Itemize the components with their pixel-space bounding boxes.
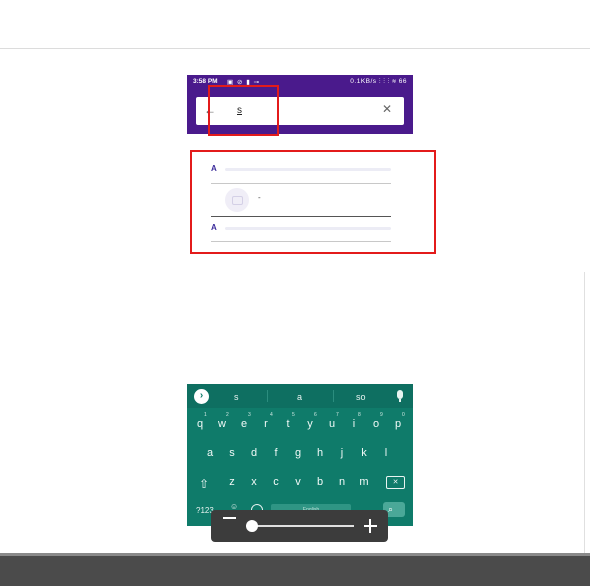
divider [211, 241, 391, 242]
key-s[interactable]: s [224, 447, 240, 459]
divider [333, 390, 334, 402]
key-l[interactable]: l [378, 447, 394, 459]
section-placeholder-bar [225, 168, 391, 171]
key-f[interactable]: f [268, 447, 284, 459]
key-w[interactable]: w [214, 418, 230, 430]
key-hint: 7 [336, 412, 339, 418]
key-y[interactable]: y [302, 418, 318, 430]
right-divider [584, 272, 585, 556]
backspace-icon[interactable]: ✕ [386, 476, 405, 489]
key-hint: 9 [380, 412, 383, 418]
key-t[interactable]: t [280, 418, 296, 430]
key-hint: 6 [314, 412, 317, 418]
microphone-stand [399, 399, 401, 402]
zoom-slider-track[interactable] [247, 525, 354, 527]
microphone-icon[interactable] [397, 390, 403, 399]
key-m[interactable]: m [356, 476, 372, 488]
clear-icon[interactable]: ✕ [382, 103, 392, 115]
key-b[interactable]: b [312, 476, 328, 488]
key-hint: 0 [402, 412, 405, 418]
key-q[interactable]: q [192, 418, 208, 430]
suggestion[interactable]: a [297, 392, 302, 402]
key-hint: 8 [358, 412, 361, 418]
camera-icon [232, 196, 243, 205]
zoom-in-button-vertical [369, 519, 371, 533]
suggestion[interactable]: so [356, 392, 366, 402]
shift-icon[interactable]: ⇧ [199, 477, 209, 491]
search-icon: ⌕ [388, 504, 394, 514]
key-hint: 3 [248, 412, 251, 418]
key-u[interactable]: u [324, 418, 340, 430]
top-divider [0, 48, 590, 49]
divider [267, 390, 268, 402]
avatar [225, 188, 249, 212]
taskbar [0, 556, 590, 586]
key-hint: 2 [226, 412, 229, 418]
key-c[interactable]: c [268, 476, 284, 488]
soft-keyboard: › s a so q w e r t y u i o p 1 2 3 4 5 6… [187, 384, 413, 526]
key-j[interactable]: j [334, 447, 350, 459]
status-network-info: 0.1KB/s ⫶ ⫶ ⫶ ≋ 66 [350, 78, 407, 85]
suggestion-bar: › s a so [187, 384, 413, 408]
key-x[interactable]: x [246, 476, 262, 488]
section-header-a: A [211, 223, 217, 232]
search-results-panel: A - A [190, 150, 436, 254]
section-placeholder-bar [225, 227, 391, 230]
key-a[interactable]: a [202, 447, 218, 459]
key-p[interactable]: p [390, 418, 406, 430]
key-v[interactable]: v [290, 476, 306, 488]
key-hint: 1 [204, 412, 207, 418]
zoom-control [211, 510, 388, 542]
key-h[interactable]: h [312, 447, 328, 459]
section-header-a: A [211, 164, 217, 173]
zoom-out-button[interactable] [223, 517, 236, 519]
search-highlight-box [208, 85, 279, 136]
key-n[interactable]: n [334, 476, 350, 488]
expand-icon[interactable]: › [194, 389, 209, 404]
divider [211, 216, 391, 217]
key-k[interactable]: k [356, 447, 372, 459]
key-g[interactable]: g [290, 447, 306, 459]
zoom-slider-thumb[interactable] [246, 520, 258, 532]
suggestion[interactable]: s [234, 392, 239, 402]
key-e[interactable]: e [236, 418, 252, 430]
divider [211, 183, 391, 184]
key-z[interactable]: z [224, 476, 240, 488]
key-r[interactable]: r [258, 418, 274, 430]
status-time: 3:58 PM [193, 78, 218, 85]
key-d[interactable]: d [246, 447, 262, 459]
key-i[interactable]: i [346, 418, 362, 430]
key-hint: 4 [270, 412, 273, 418]
key-o[interactable]: o [368, 418, 384, 430]
contact-name: - [258, 193, 261, 202]
key-hint: 5 [292, 412, 295, 418]
